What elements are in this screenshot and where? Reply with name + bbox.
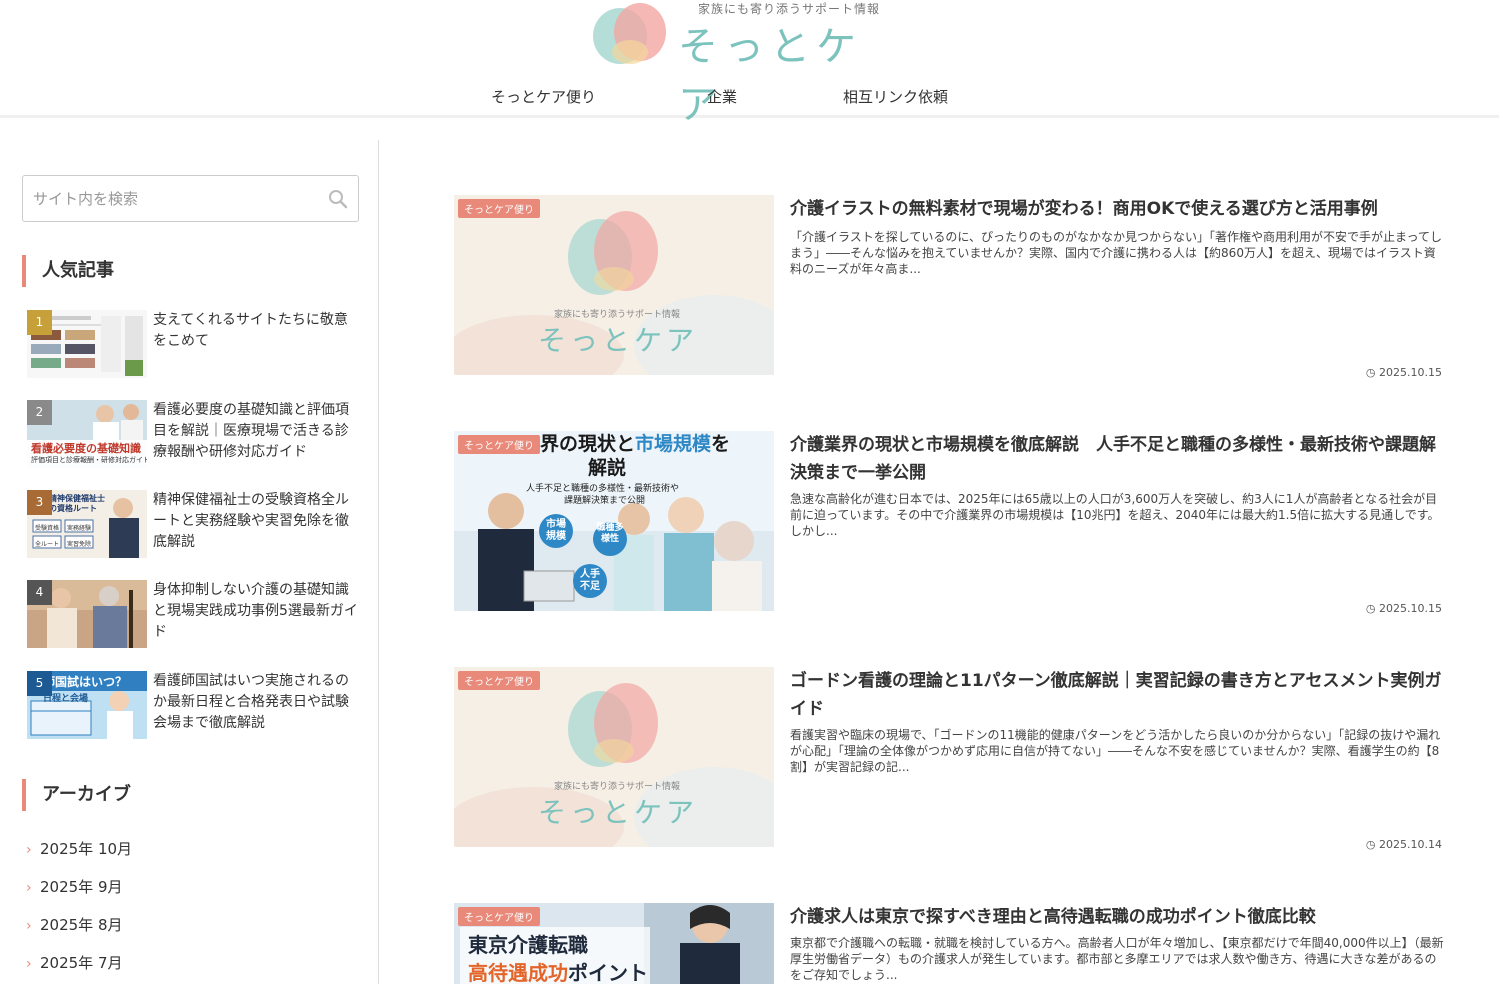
popular-item-2[interactable]: 看護必要度の基礎知識 評価項目と診療報酬・研修対応ガイド 2 看護必要度の基礎知… [27, 400, 357, 470]
clock-icon: ◷ [1365, 366, 1380, 379]
search-icon[interactable] [328, 189, 348, 209]
popular-item-5[interactable]: 師国試はいつ？ 日程と会場 5 看護師国試はいつ実施されるのか最新日程と合格発表… [27, 671, 357, 741]
thumbnail-badge: 職種多様性 [596, 523, 624, 544]
thumbnail-text: 看護必要度の基礎知識 [31, 442, 141, 455]
post-title[interactable]: ゴードン看護の理論と11パターン徹底解説｜実習記録の書き方とアセスメント実例ガイ… [790, 667, 1442, 723]
popular-item-1[interactable]: 1 支えてくれるサイトたちに敬意をこめて [27, 310, 357, 380]
archive-heading: アーカイブ [22, 779, 131, 811]
rank-badge: 1 [27, 310, 52, 335]
archive-item[interactable]: › 2025年 8月 [26, 914, 123, 935]
archive-label: 2025年 10月 [40, 840, 133, 858]
thumbnail-box-label: 受験資格 [35, 525, 60, 532]
thumbnail-badge: 人手不足 [580, 569, 600, 592]
popular-item-title: 精神保健福祉士の受験資格全ルートと実務経験や実習免除を徹底解説 [153, 492, 349, 550]
archive-label: 2025年 8月 [40, 916, 123, 934]
rank-badge: 4 [27, 580, 52, 605]
post-title[interactable]: 介護イラストの無料素材で現場が変わる！商用OKで使える選び方と活用事例 [790, 195, 1442, 223]
site-logo[interactable]: 家族にも寄り添うサポート情報 そっとケア [590, 0, 900, 128]
thumbnail-badge: 市場規模 [546, 519, 566, 542]
rank-badge: 5 [27, 671, 52, 696]
archive-label: 2025年 9月 [40, 878, 123, 896]
post-date-text: 2025.10.14 [1379, 838, 1442, 851]
post-card[interactable]: 家族にも寄り添うサポート情報 そっとケア そっとケア便り 介護イラストの無料素材… [454, 195, 1444, 379]
thumbnail-logo-text: そっとケア [538, 796, 699, 829]
popular-thumbnail: 師国試はいつ？ 日程と会場 5 [27, 671, 147, 739]
rank-badge: 3 [27, 490, 52, 515]
post-thumbnail: 家族にも寄り添うサポート情報 そっとケア そっとケア便り [454, 195, 774, 375]
post-title[interactable]: 介護業界の現状と市場規模を徹底解説 人手不足と職種の多様性・最新技術や課題解決策… [790, 431, 1442, 487]
popular-item-title: 身体抑制しない介護の基礎知識と現場実践成功事例5選最新ガイド [153, 582, 358, 640]
chevron-right-icon: › [26, 956, 32, 972]
popular-thumbnail: 精神保健福祉士の資格ルート 受験資格 実務経験 全ルート 実習免除 3 [27, 490, 147, 558]
post-date: ◷ 2025.10.14 [1366, 838, 1442, 851]
search-box [22, 175, 359, 222]
post-date-text: 2025.10.15 [1379, 602, 1442, 615]
popular-thumbnail: 4 [27, 580, 147, 648]
popular-thumbnail: 看護必要度の基礎知識 評価項目と診療報酬・研修対応ガイド 2 [27, 400, 147, 468]
thumbnail-subtext-2: 課題解決策まで公開 [564, 496, 646, 506]
thumbnail-headline-2: 解説 [588, 457, 627, 479]
post-title[interactable]: 介護求人は東京で探すべき理由と高待遇転職の成功ポイント徹底比較 [790, 903, 1442, 931]
thumbnail-text: 精神保健福祉士の資格ルート [49, 494, 105, 513]
nav-item-company[interactable]: 企業 [707, 86, 737, 107]
thumbnail-headline: 東京介護転職 [468, 933, 588, 957]
archive-label: 2025年 7月 [40, 954, 123, 972]
post-excerpt: 看護実習や臨床の現場で、「ゴードンの11機能的健康パターンをどう活かしたら良いの… [790, 728, 1441, 774]
popular-thumbnail: 1 [27, 310, 147, 378]
rank-badge: 2 [27, 400, 52, 425]
thumbnail-headline-2: 高待遇成功ポイント [468, 961, 648, 984]
post-card[interactable]: 東京介護転職 高待遇成功ポイント そっとケア便り 介護求人は東京で探すべき理由と… [454, 903, 1444, 984]
post-excerpt: 急速な高齢化が進む日本では、2025年には65歳以上の人口が3,600万人を突破… [790, 492, 1440, 538]
thumbnail-box-label: 全ルート [35, 541, 60, 548]
popular-item-title: 看護師国試はいつ実施されるのか最新日程と合格発表日や試験会場まで徹底解説 [153, 673, 349, 731]
post-excerpt: 「介護イラストを探しているのに、ぴったりのものがなかなか見つからない」「著作権や… [790, 230, 1442, 276]
clock-icon: ◷ [1365, 602, 1380, 615]
post-excerpt: 東京都で介護職への転職・就職を検討している方へ。高齢者人口が年々増加し、【東京都… [790, 936, 1444, 982]
chevron-right-icon: › [26, 842, 32, 858]
category-badge[interactable]: そっとケア便り [458, 907, 540, 926]
site-header: 家族にも寄り添うサポート情報 そっとケア そっとケア便り 企業 相互リンク依頼 [0, 0, 1499, 128]
post-thumbnail: 東京介護転職 高待遇成功ポイント そっとケア便り [454, 903, 774, 984]
category-badge[interactable]: そっとケア便り [458, 671, 540, 690]
category-badge[interactable]: そっとケア便り [458, 199, 540, 218]
thumbnail-box-label: 実務経験 [67, 525, 92, 532]
archive-item[interactable]: › 2025年 10月 [26, 838, 132, 859]
post-card[interactable]: 家族にも寄り添うサポート情報 そっとケア そっとケア便り ゴードン看護の理論と1… [454, 667, 1444, 851]
sidebar: 人気記事 1 支えてくれるサイトたちに敬意をこめて [0, 140, 379, 984]
popular-item-title: 支えてくれるサイトたちに敬意をこめて [153, 312, 348, 349]
category-badge[interactable]: そっとケア便り [458, 435, 540, 454]
post-thumbnail: 家族にも寄り添うサポート情報 そっとケア そっとケア便り [454, 667, 774, 847]
thumbnail-box-label: 実習免除 [67, 541, 92, 548]
chevron-right-icon: › [26, 918, 32, 934]
post-thumbnail: 界の現状と市場規模を 解説 人手不足と職種の多様性・最新技術や 課題解決策まで公… [454, 431, 774, 611]
nav-item-link-request[interactable]: 相互リンク依頼 [843, 86, 948, 107]
popular-item-3[interactable]: 精神保健福祉士の資格ルート 受験資格 実務経験 全ルート 実習免除 3 精神保健… [27, 490, 357, 560]
popular-item-4[interactable]: 4 身体抑制しない介護の基礎知識と現場実践成功事例5選最新ガイド [27, 580, 358, 650]
popular-posts-heading: 人気記事 [22, 255, 114, 287]
thumbnail-text: 師国試はいつ？ [43, 675, 128, 689]
popular-item-title: 看護必要度の基礎知識と評価項目を解説｜医療現場で活きる診療報酬や研修対応ガイド [153, 402, 349, 460]
post-date: ◷ 2025.10.15 [1366, 602, 1442, 615]
post-card[interactable]: 界の現状と市場規模を 解説 人手不足と職種の多様性・最新技術や 課題解決策まで公… [454, 431, 1444, 615]
logo-text: そっとケア [678, 24, 862, 128]
archive-item[interactable]: › 2025年 9月 [26, 876, 123, 897]
thumbnail-headline: 界の現状と市場規模を [540, 433, 731, 455]
search-input[interactable] [33, 186, 323, 212]
archive-item[interactable]: › 2025年 7月 [26, 952, 123, 973]
thumbnail-subtext: 評価項目と診療報酬・研修対応ガイド [31, 456, 147, 464]
thumbnail-logo-text: そっとケア [538, 324, 699, 357]
chevron-right-icon: › [26, 880, 32, 896]
post-date: ◷ 2025.10.15 [1366, 366, 1442, 379]
nav-item-sotto-care-news[interactable]: そっとケア便り [491, 86, 596, 107]
clock-icon: ◷ [1365, 838, 1380, 851]
logo-mark-icon [593, 3, 666, 64]
post-date-text: 2025.10.15 [1379, 366, 1442, 379]
global-nav: そっとケア便り 企業 相互リンク依頼 [0, 86, 1499, 108]
